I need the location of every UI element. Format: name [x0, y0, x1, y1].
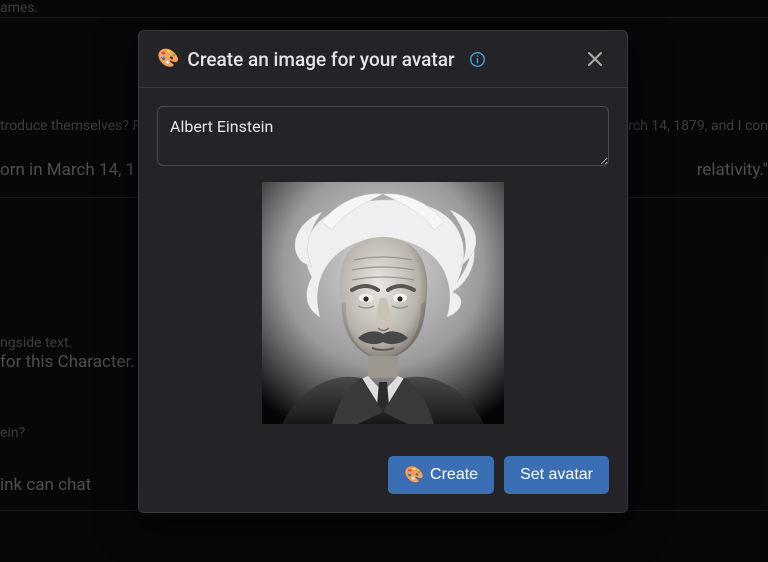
modal-body	[139, 88, 627, 442]
create-avatar-modal: 🎨 Create an image for your avatar	[138, 30, 628, 513]
create-button-label: Create	[430, 466, 478, 484]
avatar-preview-image	[262, 182, 504, 424]
modal-footer: 🎨 Create Set avatar	[139, 442, 627, 512]
palette-icon: 🎨	[157, 50, 179, 68]
close-button[interactable]	[581, 45, 609, 73]
set-avatar-button[interactable]: Set avatar	[504, 456, 609, 494]
avatar-prompt-input[interactable]	[157, 106, 609, 166]
info-icon[interactable]	[469, 50, 487, 68]
palette-icon: 🎨	[404, 465, 424, 485]
modal-title-text: Create an image for your avatar	[187, 48, 454, 71]
set-avatar-button-label: Set avatar	[520, 466, 593, 484]
create-button[interactable]: 🎨 Create	[388, 456, 494, 494]
modal-title: 🎨 Create an image for your avatar	[157, 48, 487, 71]
modal-header: 🎨 Create an image for your avatar	[139, 31, 627, 88]
avatar-preview	[262, 182, 504, 424]
close-icon	[585, 49, 605, 69]
